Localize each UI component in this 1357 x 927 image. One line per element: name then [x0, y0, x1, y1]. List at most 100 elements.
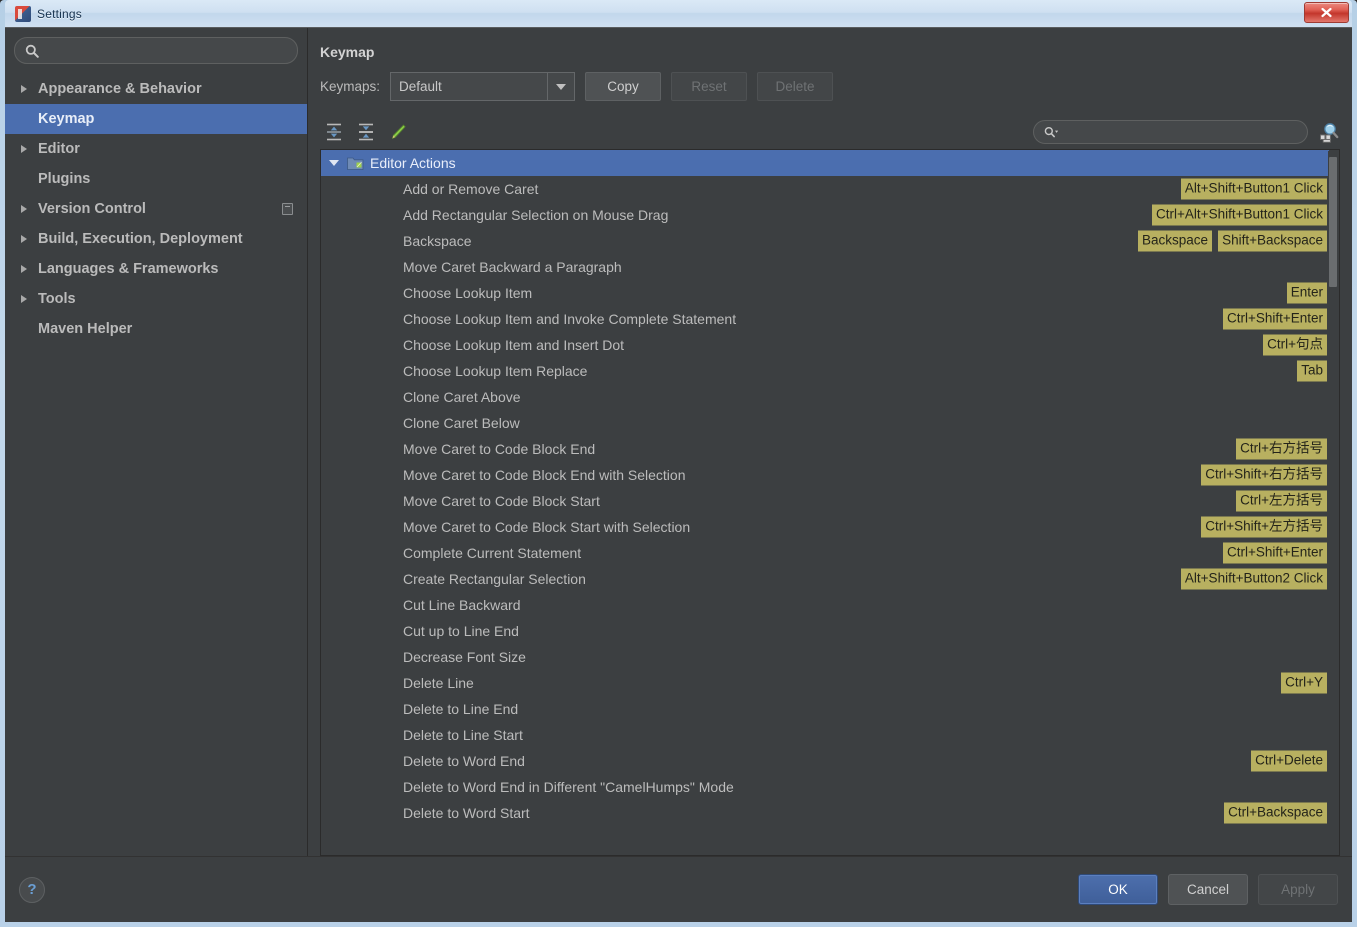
keymap-dropdown[interactable]: Default [390, 72, 576, 101]
action-name: Delete to Line Start [403, 727, 523, 743]
toolbar-icon-group [320, 122, 408, 142]
action-row[interactable]: Move Caret to Code Block End Ctrl+右方括号 [321, 436, 1329, 462]
find-by-shortcut-icon[interactable] [1318, 121, 1340, 143]
action-row[interactable]: Delete to Word Start Ctrl+Backspace [321, 800, 1329, 826]
action-row[interactable]: Add Rectangular Selection on Mouse Drag C… [321, 202, 1329, 228]
shortcut-group: Ctrl+Shift+Enter [1222, 542, 1327, 564]
action-row[interactable]: Create Rectangular Selection Alt+Shift+Bu… [321, 566, 1329, 592]
close-button[interactable] [1304, 2, 1349, 23]
chevron-right-icon[interactable] [15, 205, 33, 213]
cancel-button[interactable]: Cancel [1167, 874, 1248, 905]
actions-tree-container: Editor Actions Add or Remove Caret Alt+Shi… [320, 149, 1340, 856]
action-search-input[interactable] [1059, 125, 1297, 139]
action-name: Delete to Word End [403, 753, 525, 769]
copy-button[interactable]: Copy [585, 72, 662, 101]
sidebar-item-badge-icon [282, 203, 293, 215]
delete-button: Delete [757, 72, 834, 101]
action-row[interactable]: Delete to Line Start [321, 722, 1329, 748]
chevron-right-icon[interactable] [15, 265, 33, 273]
action-row[interactable]: Clone Caret Below [321, 410, 1329, 436]
action-name: Delete Line [403, 675, 474, 691]
shortcut-badge: Backspace [1138, 230, 1213, 252]
shortcut-badge: Ctrl+Shift+右方括号 [1201, 464, 1327, 486]
action-row[interactable]: Delete to Word End Ctrl+Delete [321, 748, 1329, 774]
sidebar-item-plugins[interactable]: Plugins [5, 164, 307, 194]
action-name: Complete Current Statement [403, 545, 582, 561]
actions-tree: Editor Actions Add or Remove Caret Alt+Shi… [321, 150, 1329, 855]
action-row[interactable]: Delete to Line End [321, 696, 1329, 722]
sidebar-item-version-control[interactable]: Version Control [5, 194, 307, 224]
action-row[interactable]: Move Caret to Code Block End with Select… [321, 462, 1329, 488]
shortcut-badge: Ctrl+句点 [1263, 334, 1327, 356]
action-row[interactable]: Decrease Font Size [321, 644, 1329, 670]
action-row[interactable]: Backspace Backspace Shift+Backspace [321, 228, 1329, 254]
sidebar-item-label: Keymap [38, 111, 95, 127]
action-name: Create Rectangular Selection [403, 571, 586, 587]
action-row[interactable]: Choose Lookup Item Enter [321, 280, 1329, 306]
shortcut-badge: Ctrl+Shift+左方括号 [1201, 516, 1327, 538]
shortcut-group: Tab [1297, 360, 1327, 382]
sidebar-item-languages-frameworks[interactable]: Languages & Frameworks [5, 254, 307, 284]
shortcut-group: Ctrl+Alt+Shift+Button1 Click [1152, 204, 1327, 226]
action-row[interactable]: Cut Line Backward [321, 592, 1329, 618]
action-search-box[interactable] [1033, 120, 1308, 144]
action-name: Move Caret to Code Block Start with Sele… [403, 519, 691, 535]
chevron-right-icon[interactable] [15, 235, 33, 243]
action-row[interactable]: Delete to Word End in Different "CamelHu… [321, 774, 1329, 800]
chevron-down-icon[interactable] [329, 160, 339, 166]
sidebar-search-box[interactable] [14, 37, 298, 64]
action-name: Move Caret to Code Block Start [403, 493, 600, 509]
sidebar-item-keymap[interactable]: Keymap [5, 104, 307, 134]
action-row[interactable]: Delete Line Ctrl+Y [321, 670, 1329, 696]
sidebar-item-appearance-behavior[interactable]: Appearance & Behavior [5, 74, 307, 104]
search-dropdown-icon [1044, 126, 1059, 137]
action-name: Clone Caret Below [403, 415, 520, 431]
sidebar-search-input[interactable] [45, 43, 287, 58]
sidebar-item-editor[interactable]: Editor [5, 134, 307, 164]
action-row[interactable]: Move Caret Backward a Paragraph [321, 254, 1329, 280]
shortcut-badge: Ctrl+Shift+Enter [1222, 308, 1327, 330]
chevron-right-icon[interactable] [15, 145, 33, 153]
settings-window: Settings Appearance & Behavior Keymap Ed… [0, 0, 1357, 927]
dialog-content: Appearance & Behavior Keymap Editor Plugins… [5, 28, 1352, 856]
search-icon [25, 44, 39, 58]
action-name: Add or Remove Caret [403, 181, 539, 197]
settings-sidebar: Appearance & Behavior Keymap Editor Plugins… [5, 28, 308, 856]
action-row[interactable]: Choose Lookup Item and Invoke Complete S… [321, 306, 1329, 332]
shortcut-badge: Ctrl+Y [1281, 672, 1327, 694]
shortcut-group: Ctrl+Y [1281, 672, 1327, 694]
apply-button: Apply [1258, 874, 1338, 905]
action-row[interactable]: Choose Lookup Item and Insert Dot Ctrl+句点 [321, 332, 1329, 358]
sidebar-item-build-execution-deployment[interactable]: Build, Execution, Deployment [5, 224, 307, 254]
intellij-idea-icon [15, 5, 31, 22]
shortcut-group: Ctrl+Backspace [1224, 802, 1327, 824]
action-name: Cut up to Line End [403, 623, 519, 639]
collapse-all-icon[interactable] [356, 122, 376, 142]
sidebar-item-maven-helper[interactable]: Maven Helper [5, 314, 307, 344]
action-row[interactable]: Choose Lookup Item Replace Tab [321, 358, 1329, 384]
action-name: Clone Caret Above [403, 389, 521, 405]
action-name: Choose Lookup Item and Invoke Complete S… [403, 311, 737, 327]
action-row[interactable]: Add or Remove Caret Alt+Shift+Button1 Cli… [321, 176, 1329, 202]
ok-button[interactable]: OK [1077, 874, 1158, 905]
shortcut-badge: Alt+Shift+Button1 Click [1180, 178, 1327, 200]
actions-group-label: Editor Actions [370, 155, 456, 171]
chevron-down-icon[interactable] [547, 73, 575, 100]
expand-all-icon[interactable] [324, 122, 344, 142]
sidebar-item-tools[interactable]: Tools [5, 284, 307, 314]
action-row[interactable]: Clone Caret Above [321, 384, 1329, 410]
actions-group-row[interactable]: Editor Actions [321, 150, 1329, 176]
actions-scrollbar[interactable] [1328, 151, 1338, 854]
chevron-right-icon[interactable] [15, 295, 33, 303]
actions-scrollbar-thumb[interactable] [1329, 157, 1337, 287]
sidebar-item-label: Plugins [38, 171, 91, 187]
keymap-pane: Keymap Keymaps: Default Copy Reset Delet… [308, 28, 1352, 856]
action-row[interactable]: Complete Current Statement Ctrl+Shift+Ent… [321, 540, 1329, 566]
action-row[interactable]: Move Caret to Code Block Start Ctrl+左方括号 [321, 488, 1329, 514]
chevron-right-icon[interactable] [15, 85, 33, 93]
action-row[interactable]: Move Caret to Code Block Start with Sele… [321, 514, 1329, 540]
edit-shortcut-icon[interactable] [388, 122, 408, 142]
action-row[interactable]: Cut up to Line End [321, 618, 1329, 644]
help-button[interactable]: ? [19, 876, 45, 903]
reset-button: Reset [671, 72, 748, 101]
